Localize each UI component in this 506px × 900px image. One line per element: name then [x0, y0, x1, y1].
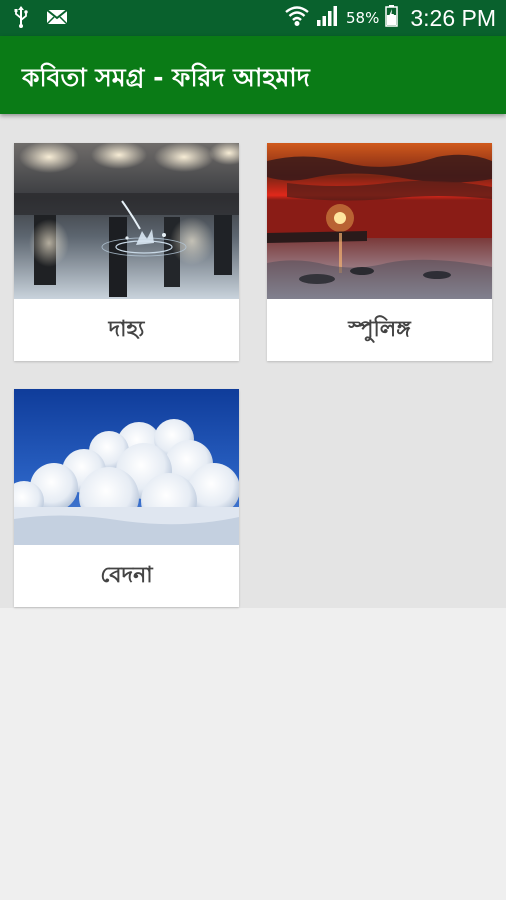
status-left-icons [14, 6, 68, 32]
water-drop-image [14, 143, 239, 299]
battery-icon [385, 5, 399, 31]
app-bar: কবিতা সমগ্র - ফরিদ আহমাদ [0, 36, 506, 114]
app-title: কবিতা সমগ্র - ফরিদ আহমাদ [22, 63, 310, 92]
collection-grid: দাহ্য স্পুলিঙ্গ বেদনা [0, 114, 506, 608]
collection-card-2[interactable]: স্পুলিঙ্গ [267, 143, 492, 361]
collection-card-3[interactable]: বেদনা [14, 389, 239, 607]
wifi-icon [284, 4, 310, 32]
signal-icon [316, 5, 340, 31]
battery-percent: 58% [346, 9, 380, 27]
mail-icon [46, 8, 68, 30]
status-bar: 58% 3:26 PM [0, 0, 506, 36]
status-clock: 3:26 PM [410, 4, 496, 31]
sunset-sea-image [267, 143, 492, 299]
collection-card-label: স্পুলিঙ্গ [348, 317, 411, 342]
collection-card-1[interactable]: দাহ্য [14, 143, 239, 361]
usb-icon [14, 6, 28, 32]
collection-card-label: বেদনা [100, 563, 153, 588]
collection-card-label: দাহ্য [108, 317, 145, 342]
status-right-icons: 58% 3:26 PM [284, 4, 496, 32]
clouds-sky-image [14, 389, 239, 545]
